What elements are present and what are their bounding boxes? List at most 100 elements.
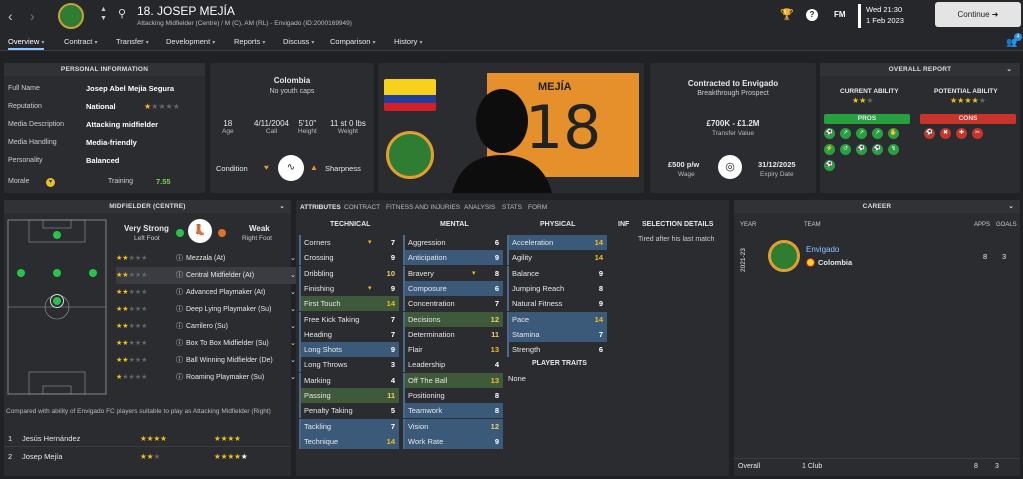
tab-fitness[interactable]: FITNESS AND INJURIES <box>386 204 460 211</box>
chevron-down-icon[interactable]: ⌄ <box>1006 63 1012 76</box>
attribute-row[interactable]: Pace 14 <box>507 311 607 327</box>
con-trait-icon[interactable]: ✚ <box>956 128 967 139</box>
attribute-row[interactable]: Concentration 7 <box>403 296 503 312</box>
attribute-row[interactable]: Passing 11 <box>299 388 399 403</box>
pro-trait-icon[interactable]: ↗ <box>872 128 883 139</box>
morale-icon[interactable]: ▾ <box>46 178 55 187</box>
attribute-row[interactable]: Natural Fitness 9 <box>507 296 607 312</box>
attribute-row[interactable]: Crossing 9 <box>299 250 399 266</box>
attribute-row[interactable]: Flair 13 <box>403 342 503 358</box>
fm-logo[interactable]: FM <box>834 10 846 19</box>
attribute-row[interactable]: Determination 11 <box>403 326 503 342</box>
pro-trait-icon[interactable]: ✋ <box>888 128 899 139</box>
heartbeat-icon[interactable]: ∿ <box>278 155 304 181</box>
chevron-down-icon[interactable]: ⌄ <box>279 200 285 213</box>
attribute-row[interactable]: Finishing 9 <box>299 280 399 296</box>
role-row[interactable]: ★★★★★ ⓘ Carrilero (Su) ⌄ <box>116 318 296 335</box>
compare-row[interactable]: 2 Josep Mejía ★★★ ★★★★★ <box>4 448 291 465</box>
tab-overview[interactable]: Overview ▾ <box>8 37 45 50</box>
info-icon[interactable]: ⓘ <box>176 267 183 284</box>
attribute-row[interactable]: Vision 12 <box>403 418 503 434</box>
tab-development[interactable]: Development ▾ <box>166 37 215 46</box>
info-icon[interactable]: ⓘ <box>176 369 183 386</box>
attribute-row[interactable]: Technique 14 <box>299 433 399 449</box>
top-bar: ‹ › ▲ ▼ ⚲ 18. JOSEP MEJÍA Attacking Midfi… <box>0 0 1023 33</box>
info-icon[interactable]: ⓘ <box>176 318 183 335</box>
tab-discuss[interactable]: Discuss ▾ <box>283 37 314 46</box>
attribute-row[interactable]: Strength 6 <box>507 342 607 358</box>
role-row[interactable]: ★★★★★ ⓘ Roaming Playmaker (Su) ⌄ <box>116 369 296 386</box>
attribute-row[interactable]: Composure 6 <box>403 280 503 296</box>
con-trait-icon[interactable]: ✂ <box>972 128 983 139</box>
attribute-row[interactable]: Anticipation 9 <box>403 250 503 266</box>
pro-trait-icon[interactable]: ⚽ <box>856 144 867 155</box>
info-icon[interactable]: ⓘ <box>176 335 183 352</box>
pro-trait-icon[interactable]: ↯ <box>888 144 899 155</box>
attribute-row[interactable]: Decisions 12 <box>403 311 503 327</box>
role-row-selected[interactable]: ★★★★★ ⓘ Central Midfielder (At) ⌄ <box>116 267 296 284</box>
tab-transfer[interactable]: Transfer ▾ <box>116 37 149 46</box>
attribute-row[interactable]: Dribbling 10 <box>299 265 399 281</box>
contract-spiral-icon[interactable]: ◎ <box>718 155 742 179</box>
attribute-row[interactable]: Balance 9 <box>507 265 607 281</box>
continue-button[interactable]: Continue ➜ <box>935 2 1021 27</box>
info-icon[interactable]: ⓘ <box>176 301 183 318</box>
back-icon[interactable]: ‹ <box>8 8 13 24</box>
info-icon[interactable]: ⓘ <box>176 284 183 301</box>
pro-trait-icon[interactable]: ⚽ <box>824 160 835 171</box>
forward-icon[interactable]: › <box>30 8 35 24</box>
attribute-row[interactable]: Corners 7 <box>299 235 399 250</box>
attribute-row[interactable]: Long Throws 3 <box>299 357 399 373</box>
attribute-row[interactable]: Agility 14 <box>507 250 607 266</box>
info-icon[interactable]: ⓘ <box>176 250 183 267</box>
tab-analysis[interactable]: ANALYSIS <box>464 204 495 211</box>
tab-reports[interactable]: Reports ▾ <box>234 37 265 46</box>
tab-history[interactable]: History ▾ <box>394 37 422 46</box>
pro-trait-icon[interactable]: ⚡ <box>824 144 835 155</box>
attribute-row[interactable]: Off The Ball 13 <box>403 372 503 388</box>
search-icon[interactable]: ⚲ <box>118 7 126 20</box>
attribute-row[interactable]: Penalty Taking 5 <box>299 403 399 419</box>
chevron-down-icon[interactable]: ⌄ <box>1008 200 1014 213</box>
attribute-row[interactable]: Work Rate 9 <box>403 433 503 449</box>
attribute-row[interactable]: Free Kick Taking 7 <box>299 311 399 327</box>
attribute-row[interactable]: Acceleration 14 <box>507 235 607 250</box>
position-dot-mc[interactable] <box>53 297 61 305</box>
attribute-row[interactable]: Tackling 7 <box>299 418 399 434</box>
tab-contract[interactable]: Contract ▾ <box>64 37 97 46</box>
career-team-link[interactable]: Envigado <box>806 245 839 254</box>
pro-trait-icon[interactable]: ↗ <box>856 128 867 139</box>
info-icon[interactable]: ⓘ <box>176 352 183 369</box>
attribute-row[interactable]: Bravery 8 <box>403 265 503 281</box>
attribute-row[interactable]: Jumping Reach 8 <box>507 280 607 296</box>
pro-trait-icon[interactable]: ↗ <box>840 128 851 139</box>
role-row[interactable]: ★★★★★ ⓘ Box To Box Midfielder (Su) ⌄ <box>116 335 296 352</box>
attribute-row[interactable]: First Touch 14 <box>299 296 399 312</box>
role-row[interactable]: ★★★★★ ⓘ Ball Winning Midfielder (De) ⌄ <box>116 352 296 369</box>
player-switch-icon[interactable]: ▲ ▼ <box>100 5 107 23</box>
tab-form[interactable]: FORM <box>528 204 547 211</box>
tab-contract[interactable]: CONTRACT <box>344 204 380 211</box>
tab-stats[interactable]: STATS <box>502 204 522 211</box>
role-row[interactable]: ★★★★★ ⓘ Advanced Playmaker (At) ⌄ <box>116 284 296 301</box>
attribute-row[interactable]: Aggression 6 <box>403 235 503 250</box>
tab-attributes[interactable]: ATTRIBUTES <box>300 204 341 211</box>
attribute-row[interactable]: Marking 4 <box>299 372 399 388</box>
tab-comparison[interactable]: Comparison ▾ <box>330 37 376 46</box>
help-icon[interactable]: ? <box>806 9 818 21</box>
con-trait-icon[interactable]: ⚽ <box>924 128 935 139</box>
attribute-row[interactable]: Leadership 4 <box>403 357 503 373</box>
con-trait-icon[interactable]: ✖ <box>940 128 951 139</box>
attribute-row[interactable]: Teamwork 8 <box>403 403 503 419</box>
pro-trait-icon[interactable]: ⚽ <box>824 128 835 139</box>
attribute-row[interactable]: Long Shots 9 <box>299 342 399 358</box>
compare-row[interactable]: 1 Jesús Hernández ★★★★ ★★★★ <box>4 430 291 447</box>
attribute-row[interactable]: Stamina 7 <box>507 326 607 342</box>
trophy-icon[interactable]: 🏆 <box>780 8 794 21</box>
role-row[interactable]: ★★★★★ ⓘ Deep Lying Playmaker (Su) ⌄ <box>116 301 296 318</box>
attribute-row[interactable]: Heading 7 <box>299 326 399 342</box>
pro-trait-icon[interactable]: ↺ <box>840 144 851 155</box>
attribute-row[interactable]: Positioning 8 <box>403 388 503 403</box>
role-row[interactable]: ★★★★★ ⓘ Mezzala (At) ⌄ <box>116 250 296 267</box>
pro-trait-icon[interactable]: ⚽ <box>872 144 883 155</box>
